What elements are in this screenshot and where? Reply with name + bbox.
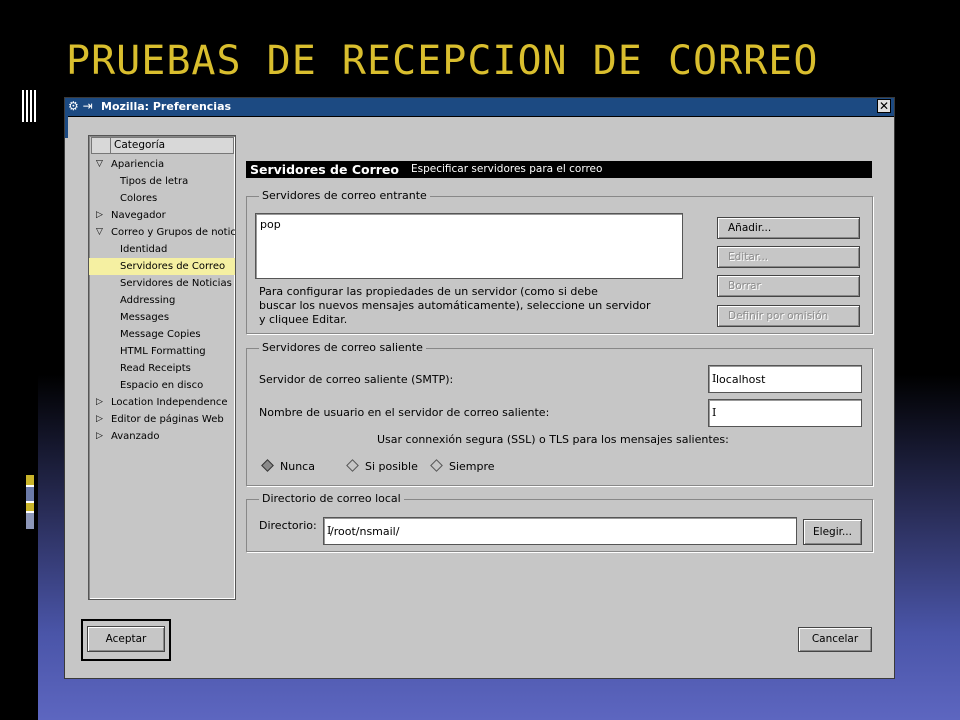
collapse-triangle-icon[interactable]: ▷ <box>96 394 108 411</box>
text-cursor-icon: I <box>712 406 717 419</box>
smtp-user-label: Nombre de usuario en el servidor de corr… <box>259 406 550 419</box>
ok-button-focus-frame: Aceptar <box>81 619 171 661</box>
outgoing-servers-legend: Servidores de correo saliente <box>259 341 426 354</box>
ssl-option-never-label: Nunca <box>280 460 315 473</box>
tree-item-label: Colores <box>120 193 158 204</box>
tree-item-label: Avanzado <box>111 431 160 442</box>
tree-item-label: Editor de páginas Web <box>111 414 224 425</box>
tree-item-label: Apariencia <box>111 159 165 170</box>
tree-item[interactable]: ▷ Location Independence <box>89 394 235 411</box>
tree-header[interactable]: Categoría <box>91 137 234 154</box>
ok-button[interactable]: Aceptar <box>87 626 165 652</box>
window-menu-icon[interactable]: ⚙ ⇥ <box>68 99 96 114</box>
radio-diamond-icon <box>430 459 443 472</box>
tree-item-label: Identidad <box>120 244 168 255</box>
tree-item[interactable]: Message Copies <box>89 326 235 343</box>
tree-item[interactable]: Identidad <box>89 241 235 258</box>
slide-title: PRUEBAS DE RECEPCION DE CORREO <box>66 38 819 84</box>
section-subtitle: Especificar servidores para el correo <box>411 163 603 175</box>
delete-server-button[interactable]: Borrar <box>717 275 860 297</box>
ssl-option-never[interactable]: Nunca <box>261 459 315 475</box>
decorative-bars <box>22 90 36 122</box>
local-directory-legend: Directorio de correo local <box>259 492 404 505</box>
choose-directory-button[interactable]: Elegir... <box>803 519 862 545</box>
tree-item[interactable]: Tipos de letra <box>89 173 235 190</box>
ssl-option-always-label: Siempre <box>449 460 495 473</box>
ssl-option-if-possible[interactable]: Si posible <box>346 459 418 475</box>
smtp-value: localhost <box>716 373 766 386</box>
smtp-user-input[interactable]: I <box>708 399 862 427</box>
radio-diamond-icon <box>261 459 274 472</box>
decorative-squares <box>26 475 34 529</box>
outgoing-servers-group: Servidores de correo saliente Servidor d… <box>246 341 873 486</box>
tree-item[interactable]: Read Receipts <box>89 360 235 377</box>
tree-item-label: Navegador <box>111 210 166 221</box>
expand-triangle-icon[interactable]: ▽ <box>96 156 108 173</box>
tree-item[interactable]: Addressing <box>89 292 235 309</box>
ssl-option-if-possible-label: Si posible <box>365 460 418 473</box>
tree-header-box <box>92 138 111 153</box>
add-server-button[interactable]: Añadir... <box>717 217 860 239</box>
window-titlebar[interactable]: ⚙ ⇥ Mozilla: Preferencias ✕ <box>65 98 894 117</box>
window-edge-accent <box>65 116 68 138</box>
tree-item[interactable]: ▽ Correo y Grupos de notici <box>89 224 235 241</box>
tree-item[interactable]: Servidores de Noticias <box>89 275 235 292</box>
tree-item[interactable]: ▽ Apariencia <box>89 156 235 173</box>
section-header: Servidores de Correo Especificar servido… <box>246 161 872 178</box>
incoming-servers-list[interactable]: pop <box>255 213 683 279</box>
set-default-button[interactable]: Definir por omisión <box>717 305 860 327</box>
tree-item-label: Message Copies <box>120 329 201 340</box>
collapse-triangle-icon[interactable]: ▷ <box>96 207 108 224</box>
cancel-button[interactable]: Cancelar <box>798 627 872 652</box>
category-tree[interactable]: Categoría ▽ Apariencia Tipos de letra Color… <box>88 135 236 600</box>
incoming-servers-legend: Servidores de correo entrante <box>259 189 430 202</box>
expand-triangle-icon[interactable]: ▽ <box>96 224 108 241</box>
edit-server-button[interactable]: Editar... <box>717 246 860 268</box>
tree-item-label: Read Receipts <box>120 363 191 374</box>
tree-item-label: Messages <box>120 312 170 323</box>
tree-item[interactable]: Messages <box>89 309 235 326</box>
ssl-label: Usar connexión segura (SSL) o TLS para l… <box>377 433 729 446</box>
smtp-label: Servidor de correo saliente (SMTP): <box>259 373 454 386</box>
directory-value: /root/nsmail/ <box>330 525 400 538</box>
tree-item[interactable]: HTML Formatting <box>89 343 235 360</box>
close-button[interactable]: ✕ <box>877 99 891 113</box>
collapse-triangle-icon[interactable]: ▷ <box>96 411 108 428</box>
collapse-triangle-icon[interactable]: ▷ <box>96 428 108 445</box>
tree-item[interactable]: ▷ Navegador <box>89 207 235 224</box>
tree-item[interactable]: Espacio en disco <box>89 377 235 394</box>
incoming-server-item[interactable]: pop <box>260 218 281 231</box>
incoming-help-line-3: y cliquee Editar. <box>259 313 348 326</box>
incoming-help-line-2: buscar los nuevos mensajes automáticamen… <box>259 299 651 312</box>
tree-item-label: Addressing <box>120 295 176 306</box>
incoming-help-line-1: Para configurar las propiedades de un se… <box>259 285 598 298</box>
directory-label: Directorio: <box>259 519 317 532</box>
incoming-servers-group: Servidores de correo entrante pop Para c… <box>246 189 873 334</box>
local-directory-group: Directorio de correo local Directorio: I… <box>246 492 873 552</box>
tree-item-label: Servidores de Noticias <box>120 278 232 289</box>
smtp-input[interactable]: I localhost <box>708 365 862 393</box>
section-title: Servidores de Correo <box>250 162 399 177</box>
ssl-option-always[interactable]: Siempre <box>430 459 495 475</box>
tree-item[interactable]: Servidores de Correo <box>89 258 235 275</box>
tree-item-label: Tipos de letra <box>120 176 189 187</box>
tree-item-label: Servidores de Correo <box>120 261 226 272</box>
window-title: Mozilla: Preferencias <box>101 100 232 113</box>
tree-item[interactable]: Colores <box>89 190 235 207</box>
tree-header-label: Categoría <box>114 139 166 151</box>
tree-item-label: HTML Formatting <box>120 346 206 357</box>
tree-item[interactable]: ▷ Avanzado <box>89 428 235 445</box>
tree-item[interactable]: ▷ Editor de páginas Web <box>89 411 235 428</box>
radio-diamond-icon <box>346 459 359 472</box>
directory-input[interactable]: I /root/nsmail/ <box>323 517 797 545</box>
tree-item-label: Espacio en disco <box>120 380 204 391</box>
tree-item-label: Correo y Grupos de notici <box>111 227 235 238</box>
preferences-window: ⚙ ⇥ Mozilla: Preferencias ✕ Categoría ▽ A… <box>64 97 895 679</box>
tree-item-label: Location Independence <box>111 397 228 408</box>
